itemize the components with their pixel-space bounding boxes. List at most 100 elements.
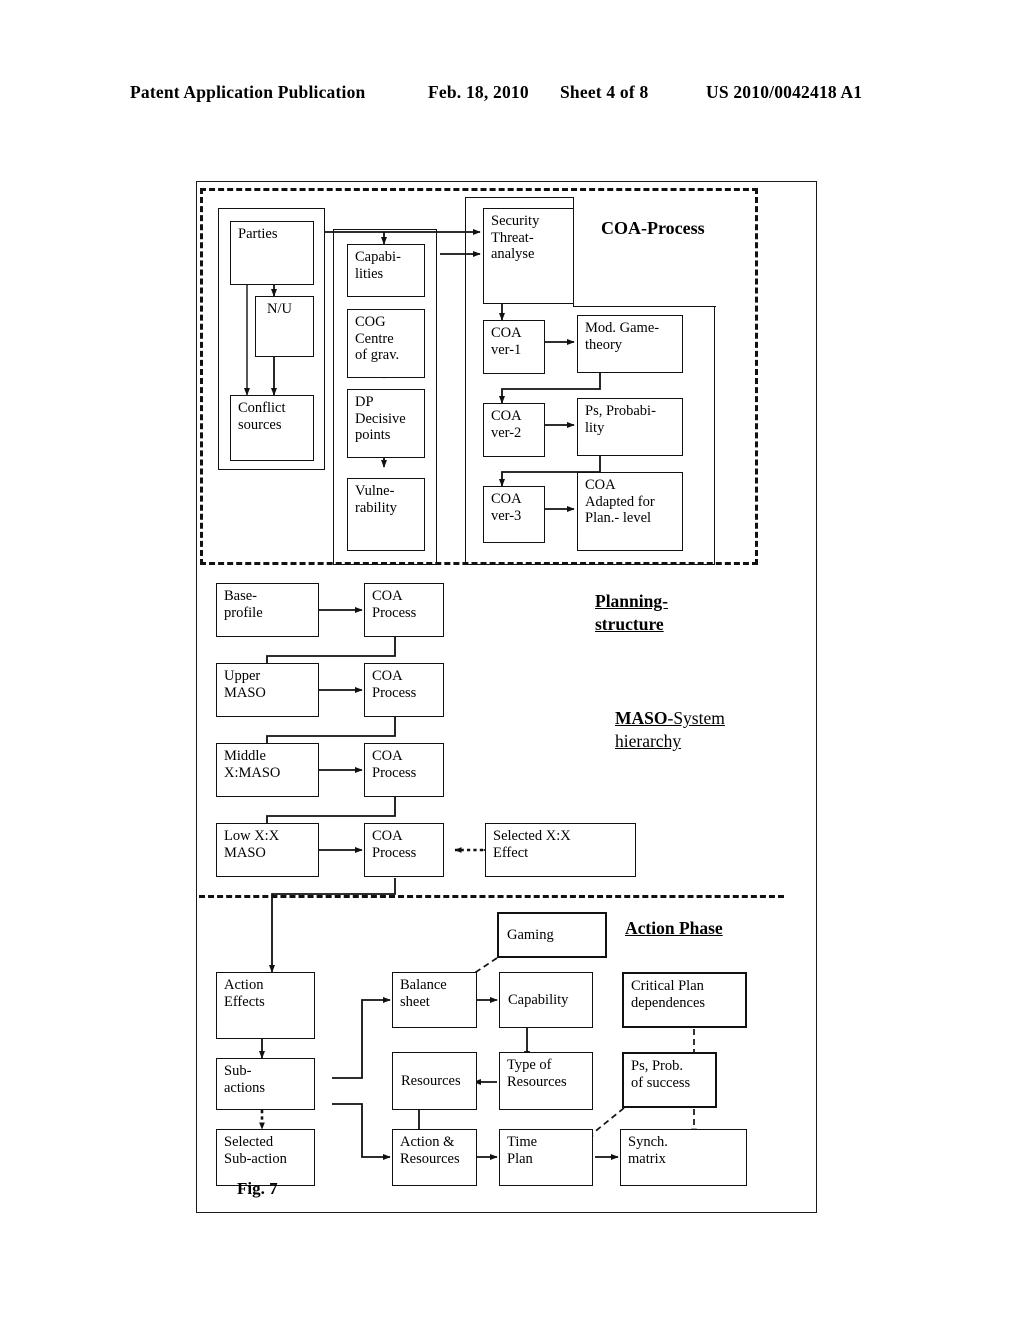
node-coa-process-upper: COA Process: [364, 663, 444, 717]
node-synch-matrix: Synch. matrix: [620, 1129, 747, 1186]
node-conflict-sources: Conflict sources: [230, 395, 314, 461]
caption-maso-line2: hierarchy: [615, 731, 682, 751]
node-time-plan-line2: Plan: [507, 1150, 533, 1167]
node-coa-ver-3: COA ver-3: [483, 486, 545, 543]
node-coa-process-low-line2: Process: [372, 844, 417, 861]
node-coa-ver-3-line1: COA: [491, 491, 522, 507]
node-resources-line1: Resources: [401, 1072, 461, 1089]
node-vulnerability-line1: Vulne-: [355, 483, 395, 499]
node-coa-process-middle-line1: COA: [372, 748, 403, 764]
node-coa-process-low-line1: COA: [372, 828, 403, 844]
node-action-effects: Action Effects: [216, 972, 315, 1039]
node-security-line1: Security: [491, 213, 540, 229]
node-capability: Capability: [499, 972, 593, 1028]
caption-maso-bold: MASO: [615, 708, 668, 728]
node-probability-line1: Ps, Probabi-: [585, 403, 656, 419]
section-divider-action-phase: [199, 895, 784, 898]
node-action-resources-line2: Resources: [400, 1150, 460, 1167]
node-dp: DP Decisive points: [347, 389, 425, 458]
figure-7: Parties N/U Conflict sources Capabi- lit…: [196, 181, 817, 1213]
node-upper-maso-line1: Upper: [224, 668, 261, 684]
node-ps-prob-of-success: Ps, Prob. of success: [622, 1052, 717, 1108]
node-low-maso: Low X:X MASO: [216, 823, 319, 877]
node-type-of-resources-line1: Type of: [507, 1057, 552, 1073]
node-ps-probability: Ps, Probabi- lity: [577, 398, 683, 456]
caption-action-phase: Action Phase: [625, 918, 723, 938]
node-coa-ver-2: COA ver-2: [483, 403, 545, 457]
node-selected-effect-line2: Effect: [493, 844, 529, 861]
caption-maso-hierarchy: MASO-System hierarchy: [615, 707, 725, 753]
node-middle-maso-line2: X:MASO: [224, 764, 281, 781]
node-critical-plan-line2: dependences: [631, 994, 706, 1011]
node-action-and-resources: Action & Resources: [392, 1129, 477, 1186]
node-dp-line1: DP: [355, 394, 374, 410]
node-low-maso-line2: MASO: [224, 844, 266, 861]
sheet-number: Sheet 4 of 8: [560, 82, 649, 102]
coa-group-notch-top: [573, 306, 716, 308]
publication-title: Patent Application Publication: [130, 82, 366, 102]
node-coa-ver-1: COA ver-1: [483, 320, 545, 374]
node-base-profile-line1: Base-: [224, 588, 258, 604]
node-middle-maso-line1: Middle: [224, 748, 266, 764]
node-balance-sheet-line1: Balance: [400, 977, 447, 993]
node-balance-sheet: Balance sheet: [392, 972, 477, 1028]
caption-coa-process: COA-Process: [601, 218, 705, 238]
node-selected-effect: Selected X:X Effect: [485, 823, 636, 877]
node-sub-actions-line2: actions: [224, 1079, 266, 1096]
node-selected-sub-action: Selected Sub-action: [216, 1129, 315, 1186]
node-selected-sub-line1: Selected: [224, 1134, 274, 1150]
node-coa-process-low: COA Process: [364, 823, 444, 877]
node-security-line2: Threat-: [491, 229, 534, 246]
node-selected-effect-line1: Selected X:X: [493, 828, 571, 844]
node-probability-line2: lity: [585, 419, 605, 436]
node-coa-ver-2-line2: ver-2: [491, 424, 522, 441]
node-middle-maso: Middle X:MASO: [216, 743, 319, 797]
node-upper-maso-line2: MASO: [224, 684, 266, 701]
node-conflict-sources-line2: sources: [238, 416, 282, 433]
node-capabilities: Capabi- lities: [347, 244, 425, 297]
node-capabilities-line2: lities: [355, 265, 384, 282]
node-action-resources-line1: Action &: [400, 1134, 455, 1150]
node-coa-process-base-line2: Process: [372, 604, 417, 621]
node-synch-matrix-line2: matrix: [628, 1150, 666, 1167]
node-cog-line2: Centre: [355, 330, 394, 347]
node-coa-process-upper-line1: COA: [372, 668, 403, 684]
node-vulnerability: Vulne- rability: [347, 478, 425, 551]
node-sub-actions: Sub- actions: [216, 1058, 315, 1110]
node-nu: N/U: [255, 296, 314, 357]
node-coa-adapted-line3: Plan.- level: [585, 510, 652, 526]
node-upper-maso: Upper MASO: [216, 663, 319, 717]
node-capabilities-line1: Capabi-: [355, 249, 401, 265]
node-coa-process-middle: COA Process: [364, 743, 444, 797]
node-conflict-sources-line1: Conflict: [238, 400, 286, 416]
node-type-of-resources-line2: Resources: [507, 1073, 567, 1090]
node-game-theory-line1: Mod. Game-: [585, 320, 660, 336]
node-action-effects-line1: Action: [224, 977, 264, 993]
node-dp-line2: Decisive: [355, 410, 406, 427]
publication-date: Feb. 18, 2010: [428, 82, 529, 102]
caption-planning-structure-line1: Planning-: [595, 591, 668, 611]
node-time-plan-line1: Time: [507, 1134, 538, 1150]
node-nu-line1: N/U: [267, 301, 292, 317]
node-resources: Resources: [392, 1052, 477, 1110]
node-coa-adapted-line2: Adapted for: [585, 493, 655, 510]
caption-planning-structure: Planning- structure: [595, 590, 668, 636]
caption-maso-rest: -System: [667, 708, 725, 728]
node-security-threat-analyse: Security Threat- analyse: [483, 208, 574, 304]
node-base-profile: Base- profile: [216, 583, 319, 637]
node-coa-adapted: COA Adapted for Plan.- level: [577, 472, 683, 551]
node-parties-line1: Parties: [238, 226, 278, 242]
node-cog: COG Centre of grav.: [347, 309, 425, 378]
node-game-theory-line2: theory: [585, 336, 623, 353]
node-low-maso-line1: Low X:X: [224, 828, 280, 844]
node-mod-game-theory: Mod. Game- theory: [577, 315, 683, 373]
node-sub-actions-line1: Sub-: [224, 1063, 252, 1079]
node-synch-matrix-line1: Synch.: [628, 1134, 668, 1150]
node-coa-ver-1-line2: ver-1: [491, 341, 522, 358]
node-coa-process-middle-line2: Process: [372, 764, 417, 781]
node-base-profile-line2: profile: [224, 604, 263, 621]
node-action-effects-line2: Effects: [224, 993, 265, 1010]
node-security-line3: analyse: [491, 246, 535, 262]
node-parties: Parties: [230, 221, 314, 285]
page-header: Patent Application Publication Feb. 18, …: [0, 82, 1024, 108]
